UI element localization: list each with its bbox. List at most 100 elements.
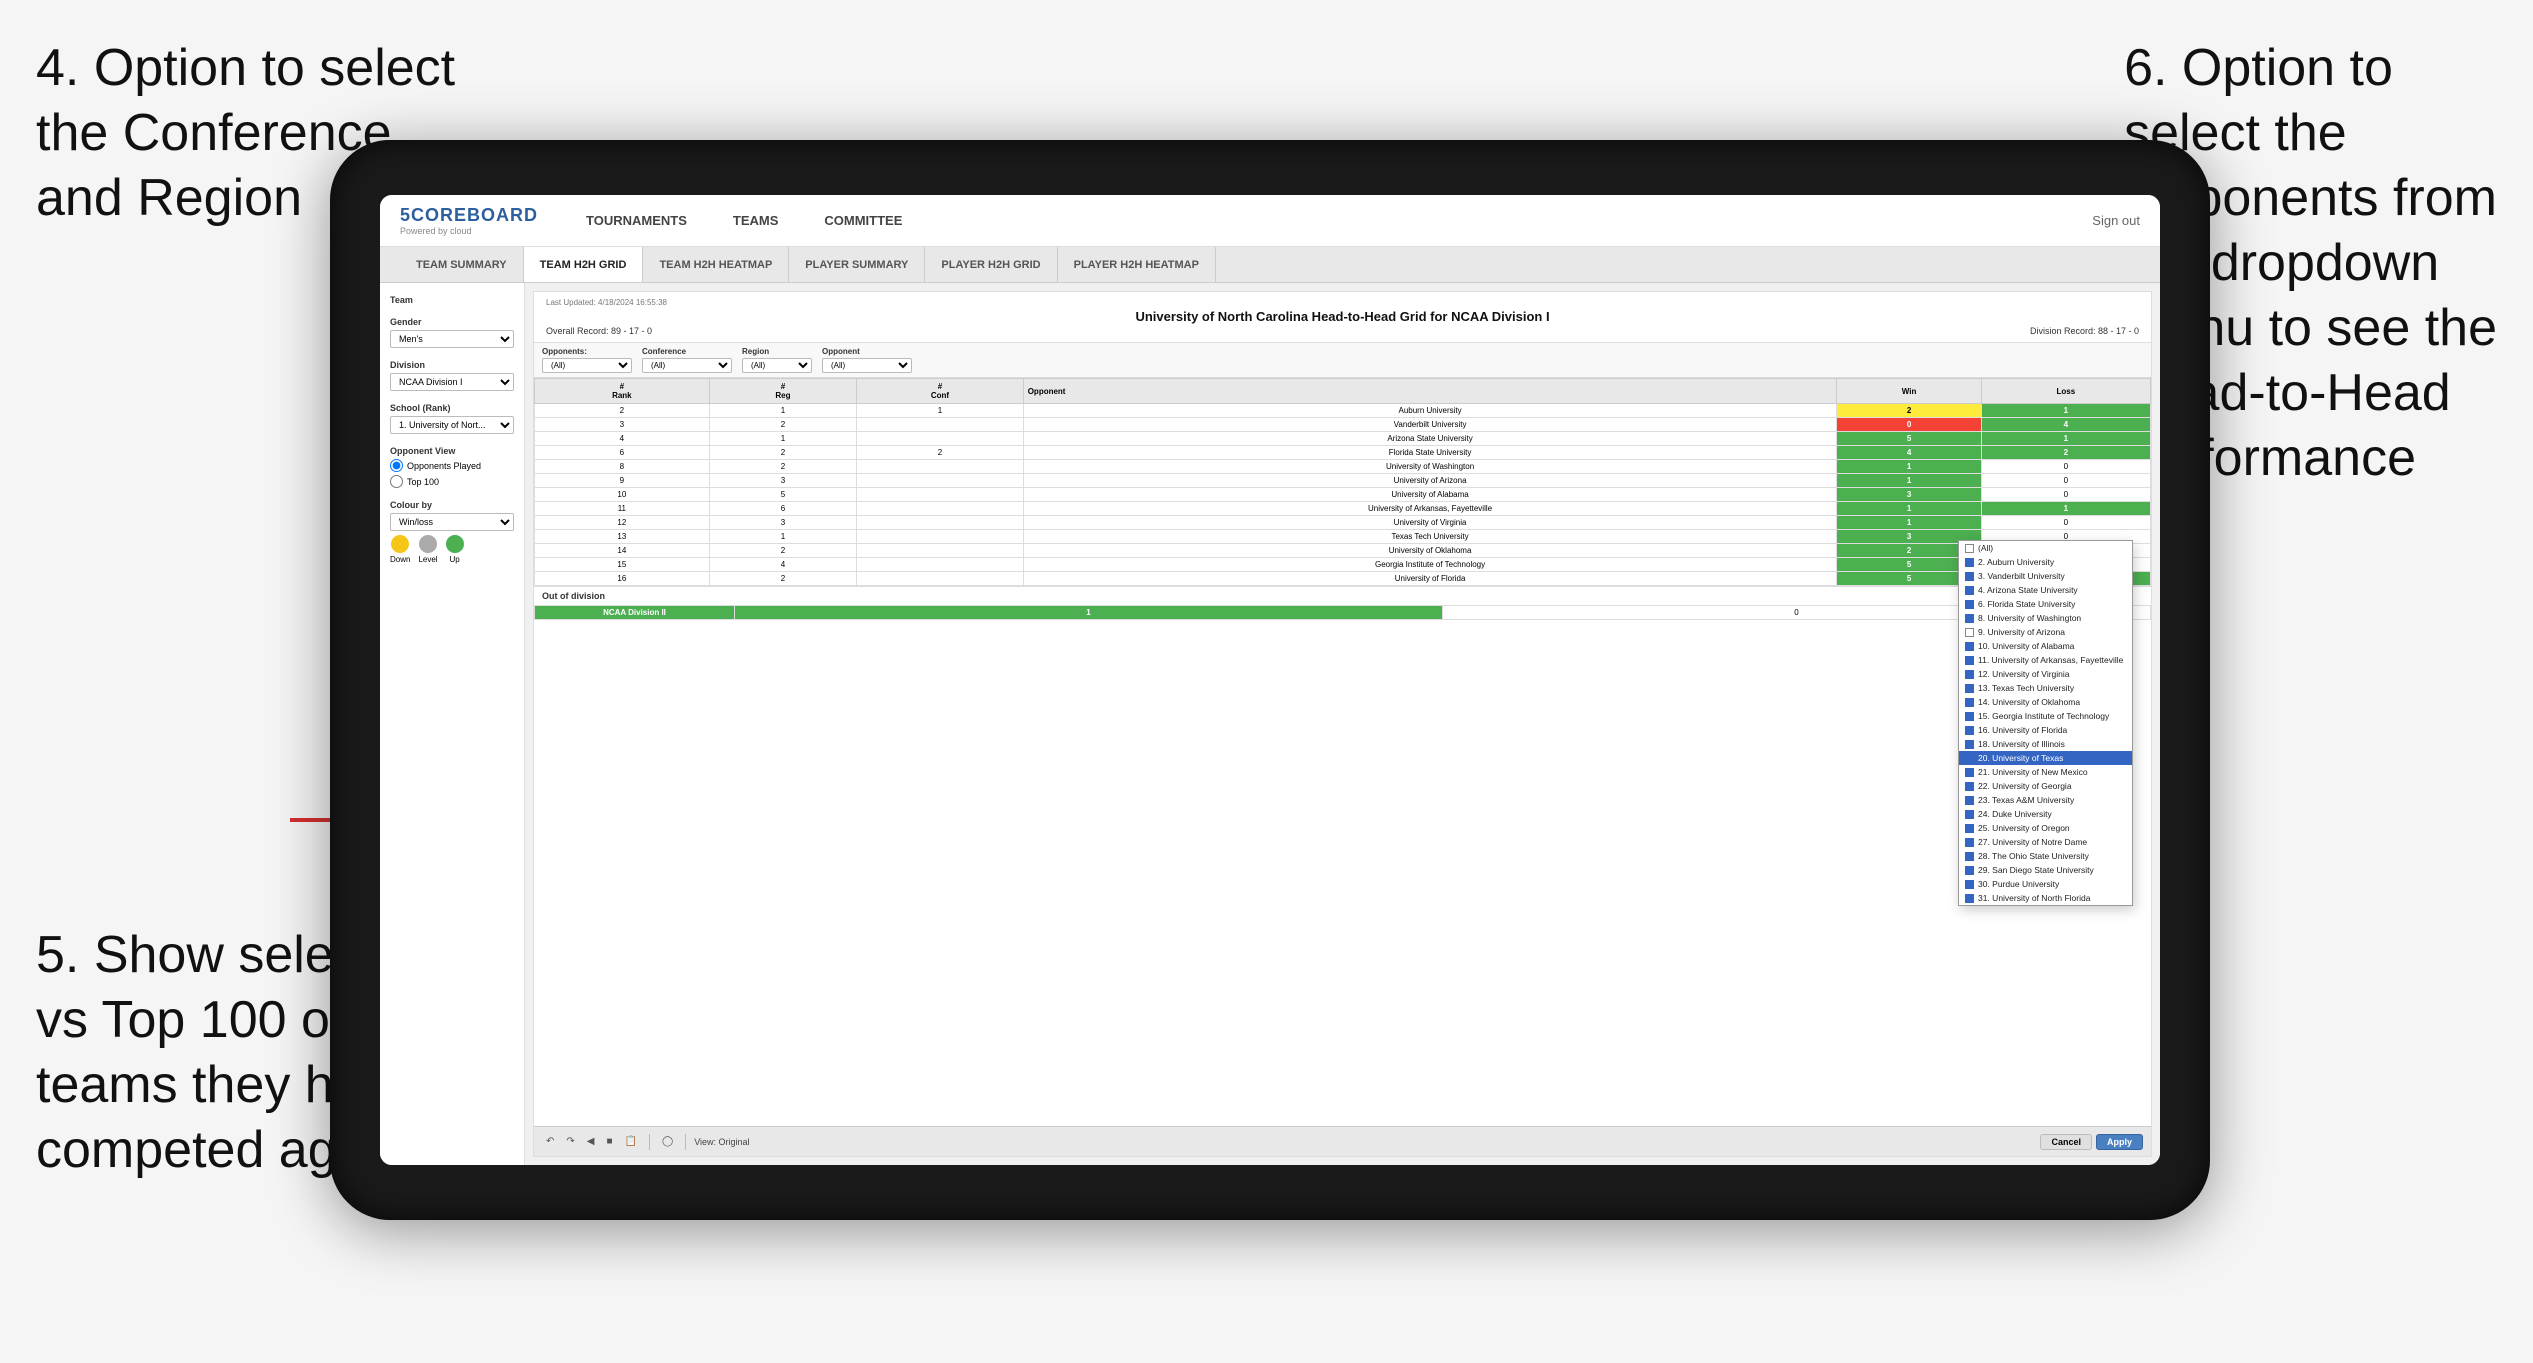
dropdown-item[interactable]: 24. Duke University (1959, 807, 2132, 821)
dropdown-item[interactable]: 27. University of Notre Dame (1959, 835, 2132, 849)
toolbar-back[interactable]: ◀ (583, 1134, 599, 1149)
radio-top100[interactable]: Top 100 (390, 475, 514, 488)
opponent-select[interactable]: (All) (822, 358, 912, 373)
dropdown-item[interactable]: 29. San Diego State University (1959, 863, 2132, 877)
subnav-player-summary[interactable]: PLAYER SUMMARY (789, 247, 925, 282)
subnav-team-h2h-grid[interactable]: TEAM H2H GRID (524, 247, 644, 282)
dropdown-item[interactable]: 23. Texas A&M University (1959, 793, 2132, 807)
dropdown-checkbox[interactable] (1965, 628, 1974, 637)
dropdown-item[interactable]: 22. University of Georgia (1959, 779, 2132, 793)
dropdown-item[interactable]: 31. University of North Florida (1959, 891, 2132, 905)
dropdown-checkbox[interactable] (1965, 782, 1974, 791)
cell-reg: 2 (709, 544, 857, 558)
dropdown-checkbox[interactable] (1965, 796, 1974, 805)
dropdown-item[interactable]: 2. Auburn University (1959, 555, 2132, 569)
dropdown-item[interactable]: 3. Vanderbilt University (1959, 569, 2132, 583)
toolbar-redo[interactable]: ↷ (562, 1134, 578, 1149)
dropdown-checkbox[interactable] (1965, 852, 1974, 861)
cell-conf (857, 572, 1023, 586)
dropdown-item[interactable]: 25. University of Oregon (1959, 821, 2132, 835)
toolbar-undo[interactable]: ↶ (542, 1134, 558, 1149)
division-select[interactable]: NCAA Division I (390, 373, 514, 391)
subnav-team-summary[interactable]: TEAM SUMMARY (400, 247, 524, 282)
dropdown-item-label: 18. University of Illinois (1978, 739, 2065, 749)
dropdown-checkbox[interactable] (1965, 824, 1974, 833)
dropdown-item-label: 4. Arizona State University (1978, 585, 2078, 595)
dropdown-checkbox[interactable] (1965, 656, 1974, 665)
region-select[interactable]: (All) (742, 358, 812, 373)
subnav-player-h2h-heatmap[interactable]: PLAYER H2H HEATMAP (1058, 247, 1216, 282)
cell-loss: 1 (1981, 432, 2150, 446)
nav-tournaments[interactable]: TOURNAMENTS (578, 209, 695, 232)
apply-button[interactable]: Apply (2096, 1134, 2143, 1150)
dropdown-checkbox[interactable] (1965, 726, 1974, 735)
dropdown-checkbox[interactable] (1965, 712, 1974, 721)
nav-teams[interactable]: TEAMS (725, 209, 787, 232)
subnav-team-h2h-heatmap[interactable]: TEAM H2H HEATMAP (643, 247, 789, 282)
dropdown-checkbox[interactable] (1965, 642, 1974, 651)
dropdown-checkbox[interactable] (1965, 880, 1974, 889)
dropdown-checkbox[interactable] (1965, 838, 1974, 847)
opponents-filter: Opponents: (All) (542, 347, 632, 373)
cell-name: University of Alabama (1023, 488, 1837, 502)
dropdown-item[interactable]: 6. Florida State University (1959, 597, 2132, 611)
cell-loss: 1 (1981, 404, 2150, 418)
dropdown-item-label: 31. University of North Florida (1978, 893, 2090, 903)
view-label: View: Original (694, 1137, 749, 1147)
gender-select[interactable]: Men's (390, 330, 514, 348)
tablet-device: 5COREBOARD Powered by cloud TOURNAMENTS … (330, 140, 2210, 1220)
dropdown-checkbox[interactable] (1965, 586, 1974, 595)
dropdown-item[interactable]: 11. University of Arkansas, Fayetteville (1959, 653, 2132, 667)
toolbar-clock[interactable]: ◯ (658, 1134, 677, 1149)
dropdown-checkbox[interactable] (1965, 600, 1974, 609)
dropdown-item[interactable]: 8. University of Washington (1959, 611, 2132, 625)
cell-win: 1 (1837, 460, 1981, 474)
school-select[interactable]: 1. University of Nort... (390, 416, 514, 434)
colour-select[interactable]: Win/loss (390, 513, 514, 531)
dropdown-item[interactable]: 12. University of Virginia (1959, 667, 2132, 681)
cell-conf (857, 418, 1023, 432)
toolbar-copy[interactable]: ■ (602, 1134, 616, 1149)
dropdown-checkbox[interactable] (1965, 768, 1974, 777)
dropdown-item[interactable]: (All) (1959, 541, 2132, 555)
dropdown-item[interactable]: 16. University of Florida (1959, 723, 2132, 737)
dropdown-checkbox[interactable] (1965, 544, 1974, 553)
dropdown-checkbox[interactable] (1965, 572, 1974, 581)
opponent-dropdown[interactable]: (All) 2. Auburn University 3. Vanderbilt U… (1958, 540, 2133, 906)
toolbar-paste[interactable]: 📋 (621, 1134, 641, 1149)
dropdown-checkbox[interactable] (1965, 740, 1974, 749)
dropdown-item[interactable]: 4. Arizona State University (1959, 583, 2132, 597)
dropdown-item[interactable]: 9. University of Arizona (1959, 625, 2132, 639)
dropdown-checkbox[interactable] (1965, 558, 1974, 567)
radio-opponents-played[interactable]: Opponents Played (390, 459, 514, 472)
cell-name: Georgia Institute of Technology (1023, 558, 1837, 572)
dropdown-item[interactable]: 18. University of Illinois (1959, 737, 2132, 751)
dropdown-checkbox[interactable] (1965, 614, 1974, 623)
nav-signout[interactable]: Sign out (2092, 213, 2140, 228)
dropdown-checkbox[interactable] (1965, 684, 1974, 693)
dropdown-checkbox[interactable] (1965, 670, 1974, 679)
opponents-select[interactable]: (All) (542, 358, 632, 373)
team-section: Team (390, 295, 514, 305)
division-record: Division Record: 88 - 17 - 0 (2030, 326, 2139, 336)
dropdown-item[interactable]: 30. Purdue University (1959, 877, 2132, 891)
dropdown-checkbox[interactable] (1965, 810, 1974, 819)
dropdown-checkbox[interactable] (1965, 698, 1974, 707)
cell-conf (857, 460, 1023, 474)
dropdown-item[interactable]: 14. University of Oklahoma (1959, 695, 2132, 709)
nav-committee[interactable]: COMMITTEE (816, 209, 910, 232)
dropdown-item[interactable]: 28. The Ohio State University (1959, 849, 2132, 863)
dropdown-item[interactable]: 20. University of Texas (1959, 751, 2132, 765)
dropdown-checkbox[interactable] (1965, 866, 1974, 875)
dropdown-item[interactable]: 15. Georgia Institute of Technology (1959, 709, 2132, 723)
conference-select[interactable]: (All) (642, 358, 732, 373)
dropdown-checkbox[interactable] (1965, 894, 1974, 903)
dropdown-item[interactable]: 21. University of New Mexico (1959, 765, 2132, 779)
cancel-button[interactable]: Cancel (2040, 1134, 2092, 1150)
dropdown-checkbox[interactable] (1965, 754, 1974, 763)
dropdown-item-label: 2. Auburn University (1978, 557, 2054, 567)
dropdown-item[interactable]: 13. Texas Tech University (1959, 681, 2132, 695)
dropdown-item[interactable]: 10. University of Alabama (1959, 639, 2132, 653)
division-label: Division (390, 360, 514, 370)
subnav-player-h2h-grid[interactable]: PLAYER H2H GRID (925, 247, 1057, 282)
